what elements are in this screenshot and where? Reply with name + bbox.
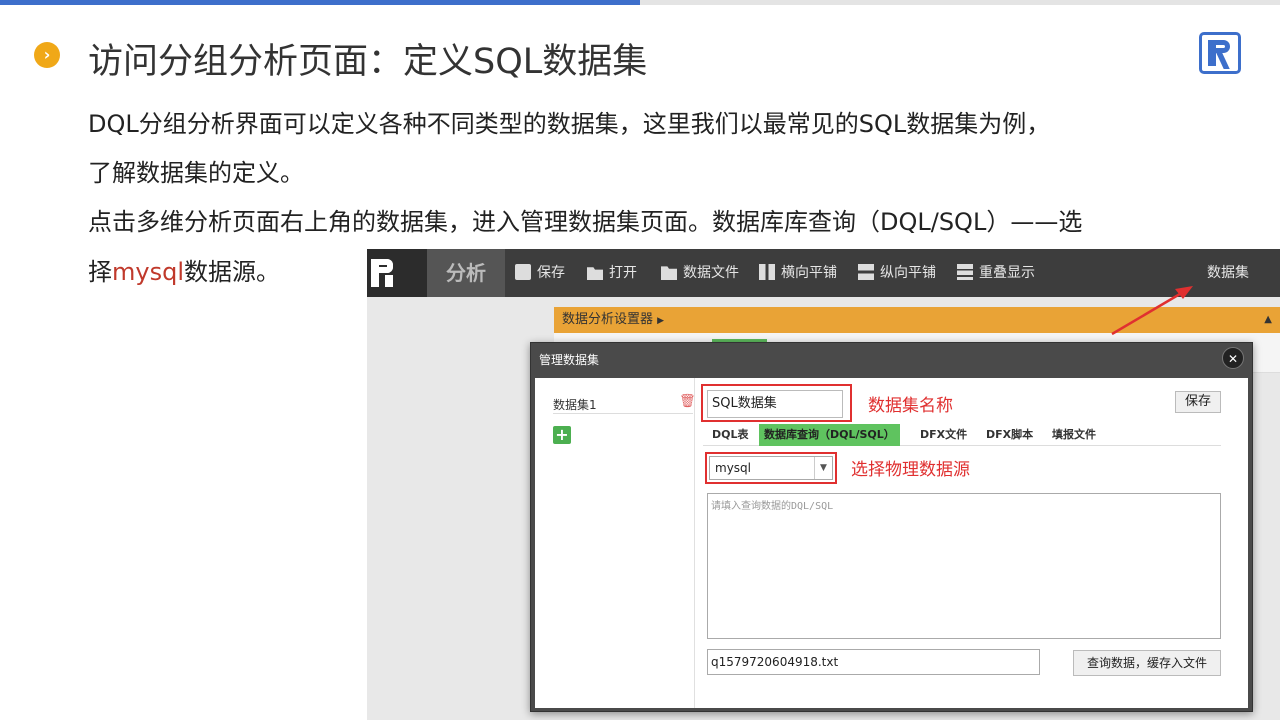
tab-fill-file[interactable]: 填报文件	[1047, 424, 1101, 446]
paragraph-3: 点击多维分析页面右上角的数据集，进入管理数据集页面。数据库库查询（DQL/SQL…	[88, 208, 1083, 236]
name-annotation: 数据集名称	[868, 396, 953, 416]
brand-logo	[1199, 32, 1241, 74]
top-gray-bar	[640, 0, 1280, 5]
query-textarea[interactable]: 请填入查询数据的DQL/SQL	[707, 493, 1221, 639]
save-button[interactable]: 保存	[1175, 391, 1221, 413]
paragraph-4: 择mysql数据源。	[88, 258, 280, 287]
close-icon[interactable]: ✕	[1222, 347, 1244, 369]
paragraph-2: 了解数据集的定义。	[88, 159, 304, 187]
tab-database-query[interactable]: 数据库查询（DQL/SQL）	[759, 424, 900, 446]
paragraph-1: DQL分组分析界面可以定义各种不同类型的数据集，这里我们以最常见的SQL数据集为…	[88, 110, 1051, 138]
paragraph-4-prefix: 择	[88, 258, 112, 286]
paragraph-4-suffix: 数据源。	[184, 258, 280, 286]
dialog-title: 管理数据集	[539, 353, 600, 367]
dataset-name-input[interactable]: SQL数据集	[707, 390, 843, 418]
cache-file-input[interactable]: q1579720604918.txt	[707, 649, 1040, 675]
dataset-type-tabs: DQL表 数据库查询（DQL/SQL） DFX文件 DFX脚本 填报文件	[703, 424, 1221, 446]
tab-dfx-file[interactable]: DFX文件	[915, 424, 972, 446]
trash-icon[interactable]: 🗑	[679, 394, 696, 409]
dataset-list: 数据集1 🗑 +	[535, 378, 696, 708]
query-cache-button[interactable]: 查询数据，缓存入文件	[1073, 650, 1221, 676]
manage-dataset-dialog: 管理数据集 ✕ 数据集1 🗑 + SQL数据集 数据集名称 保存 DQL表 数据库…	[530, 342, 1253, 712]
app-screenshot: 分析 保存 打开 数据文件 横向平铺 纵向平铺 重叠显示 数据集 数据分析设置器…	[367, 249, 1280, 720]
chevron-down-icon[interactable]: ▼	[814, 457, 832, 479]
dialog-body: 数据集1 🗑 + SQL数据集 数据集名称 保存 DQL表 数据库查询（DQL/S…	[535, 378, 1248, 708]
top-accent-bar	[0, 0, 640, 5]
mysql-highlight: mysql	[112, 258, 184, 286]
datasource-annotation: 选择物理数据源	[851, 460, 970, 480]
tab-dfx-script[interactable]: DFX脚本	[981, 424, 1038, 446]
datasource-select[interactable]: mysql ▼	[709, 456, 833, 480]
add-dataset-button[interactable]: +	[553, 426, 571, 444]
chevron-right-icon: ›	[34, 42, 60, 68]
page-title: 访问分组分析页面：定义SQL数据集	[88, 42, 648, 82]
tab-dql-table[interactable]: DQL表	[707, 424, 754, 446]
dataset-list-item[interactable]: 数据集1 🗑	[553, 394, 696, 414]
